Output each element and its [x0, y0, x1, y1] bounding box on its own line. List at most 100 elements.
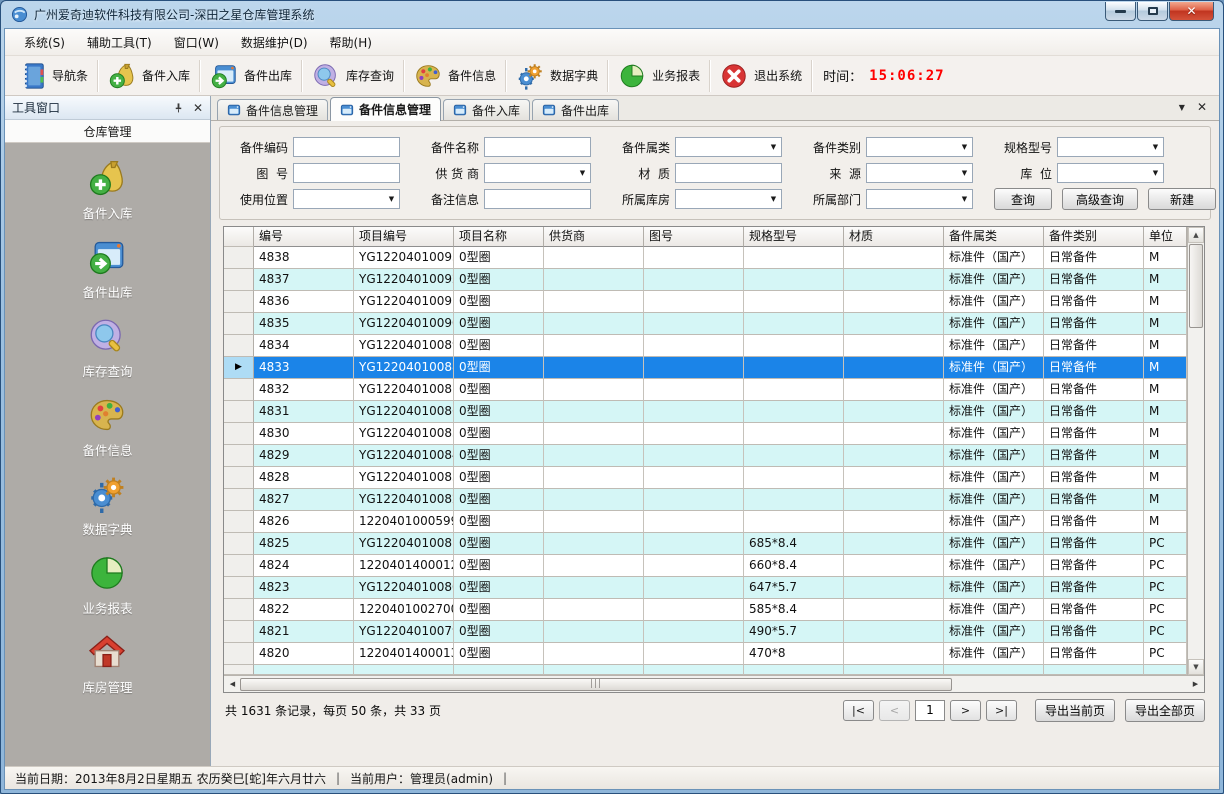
- table-row[interactable]: 4828YG122040100830型圈标准件（国产）日常备件M: [224, 467, 1187, 489]
- sidebar-item-data-dictionary[interactable]: 数据字典: [9, 469, 206, 541]
- table-row[interactable]: 4837YG122040100920型圈标准件（国产）日常备件M: [224, 269, 1187, 291]
- table-row[interactable]: 482212204010027000型圈585*8.4标准件（国产）日常备件PC: [224, 599, 1187, 621]
- table-row[interactable]: 4830YG122040100850型圈标准件（国产）日常备件M: [224, 423, 1187, 445]
- table-cell: [844, 335, 944, 357]
- last-page-button[interactable]: >|: [986, 700, 1017, 721]
- sidebar-item-parts-outbound[interactable]: 备件出库: [9, 232, 206, 304]
- page-number-input[interactable]: [915, 700, 945, 721]
- first-page-button[interactable]: |<: [843, 700, 874, 721]
- column-header-图号[interactable]: 图号: [644, 227, 744, 247]
- table-cell: [644, 423, 744, 445]
- export-current-page-button[interactable]: 导出当前页: [1035, 699, 1115, 722]
- parts-genus-combo[interactable]: ▼: [675, 137, 782, 157]
- nav-bar-button[interactable]: 导航条: [10, 59, 95, 93]
- parts-info-button[interactable]: 备件信息: [406, 59, 503, 93]
- export-all-pages-button[interactable]: 导出全部页: [1125, 699, 1205, 722]
- tab-备件信息管理-1[interactable]: 备件信息管理: [330, 97, 441, 121]
- sidebar-item-parts-info[interactable]: 备件信息: [9, 390, 206, 462]
- advanced-query-button[interactable]: 高级查询: [1062, 188, 1138, 210]
- grid-body: 编号项目编号项目名称供货商图号规格型号材质备件属类备件类别单位4838YG122…: [224, 227, 1187, 675]
- menu-aux-tools[interactable]: 辅助工具(T): [76, 29, 163, 56]
- scroll-left-icon[interactable]: ◀: [225, 680, 240, 688]
- source-combo[interactable]: ▼: [866, 163, 973, 183]
- business-report-button[interactable]: 业务报表: [610, 59, 707, 93]
- table-row[interactable]: 4821YG122040100790型圈490*5.7标准件（国产）日常备件PC: [224, 621, 1187, 643]
- column-header-项目名称[interactable]: 项目名称: [454, 227, 544, 247]
- table-row[interactable]: 4825YG122040100810型圈685*8.4标准件（国产）日常备件PC: [224, 533, 1187, 555]
- column-header-备件属类[interactable]: 备件属类: [944, 227, 1044, 247]
- remark-field[interactable]: [484, 189, 591, 209]
- column-header-编号[interactable]: 编号: [254, 227, 354, 247]
- tab-close-icon[interactable]: ✕: [1197, 100, 1207, 114]
- table-cell: 0型圈: [454, 577, 544, 599]
- row-selector: [224, 269, 254, 291]
- menu-data-maintenance[interactable]: 数据维护(D): [230, 29, 319, 56]
- table-row[interactable]: 4827YG122040100820型圈标准件（国产）日常备件M: [224, 489, 1187, 511]
- table-row[interactable]: ▶4833YG122040100880型圈标准件（国产）日常备件M: [224, 357, 1187, 379]
- column-header-规格型号[interactable]: 规格型号: [744, 227, 844, 247]
- warehouse-combo[interactable]: ▼: [675, 189, 782, 209]
- next-page-button[interactable]: >: [950, 700, 981, 721]
- tab-备件入库-2[interactable]: 备件入库: [443, 99, 530, 120]
- scroll-down-icon[interactable]: ▼: [1188, 659, 1204, 675]
- column-header-材质[interactable]: 材质: [844, 227, 944, 247]
- sidebar-item-stock-query[interactable]: 库存查询: [9, 311, 206, 383]
- table-row[interactable]: 4838YG122040100930型圈标准件（国产）日常备件M: [224, 247, 1187, 269]
- sidebar-close-icon[interactable]: ✕: [193, 102, 203, 114]
- column-header-供货商[interactable]: 供货商: [544, 227, 644, 247]
- drawing-no-field[interactable]: [293, 163, 400, 183]
- table-row[interactable]: 4829YG122040100840型圈标准件（国产）日常备件M: [224, 445, 1187, 467]
- department-combo[interactable]: ▼: [866, 189, 973, 209]
- sidebar-item-parts-inbound[interactable]: 备件入库: [9, 153, 206, 225]
- material-field[interactable]: [675, 163, 782, 183]
- scroll-up-icon[interactable]: ▲: [1188, 227, 1204, 243]
- parts-inbound-button[interactable]: 备件入库: [100, 59, 197, 93]
- stock-query-button[interactable]: 库存查询: [304, 59, 401, 93]
- supplier-combo[interactable]: ▼: [484, 163, 591, 183]
- table-row[interactable]: 482012204014000130型圈470*8标准件（国产）日常备件PC: [224, 643, 1187, 665]
- menu-window[interactable]: 窗口(W): [163, 29, 230, 56]
- table-row[interactable]: 482612204010005990型圈标准件（国产）日常备件M: [224, 511, 1187, 533]
- column-header-备件类别[interactable]: 备件类别: [1044, 227, 1144, 247]
- table-row[interactable]: 4831YG122040100860型圈标准件（国产）日常备件M: [224, 401, 1187, 423]
- table-cell: 日常备件: [1044, 269, 1144, 291]
- location-combo[interactable]: ▼: [1057, 163, 1164, 183]
- prev-page-button[interactable]: <: [879, 700, 910, 721]
- parts-category-combo[interactable]: ▼: [866, 137, 973, 157]
- table-cell: 日常备件: [1044, 599, 1144, 621]
- query-button[interactable]: 查询: [994, 188, 1052, 210]
- new-button[interactable]: 新建: [1148, 188, 1216, 210]
- minimize-button[interactable]: [1105, 2, 1136, 21]
- table-row[interactable]: 482412204014000120型圈660*8.4标准件（国产）日常备件PC: [224, 555, 1187, 577]
- vertical-scroll-thumb[interactable]: [1189, 244, 1203, 328]
- parts-outbound-button[interactable]: 备件出库: [202, 59, 299, 93]
- sidebar-item-business-report[interactable]: 业务报表: [9, 548, 206, 620]
- horizontal-scroll-thumb[interactable]: |||: [240, 678, 952, 691]
- table-row[interactable]: 4834YG122040100890型圈标准件（国产）日常备件M: [224, 335, 1187, 357]
- menu-system[interactable]: 系统(S): [13, 29, 76, 56]
- spec-model-combo[interactable]: ▼: [1057, 137, 1164, 157]
- use-position-combo[interactable]: ▼: [293, 189, 400, 209]
- data-dictionary-button[interactable]: 数据字典: [508, 59, 605, 93]
- table-cell: [744, 489, 844, 511]
- table-row[interactable]: 4836YG122040100910型圈标准件（国产）日常备件M: [224, 291, 1187, 313]
- pin-icon[interactable]: [173, 102, 184, 114]
- close-button[interactable]: ✕: [1169, 2, 1214, 21]
- parts-code-field[interactable]: [293, 137, 400, 157]
- tab-备件出库-3[interactable]: 备件出库: [532, 99, 619, 120]
- maximize-button[interactable]: [1137, 2, 1168, 21]
- scroll-right-icon[interactable]: ▶: [1188, 680, 1203, 688]
- table-row[interactable]: 4832YG122040100870型圈标准件（国产）日常备件M: [224, 379, 1187, 401]
- menu-help[interactable]: 帮助(H): [319, 29, 383, 56]
- table-row[interactable]: 4823YG122040100800型圈647*5.7标准件（国产）日常备件PC: [224, 577, 1187, 599]
- sidebar-item-warehouse-mgmt[interactable]: 库房管理: [9, 627, 206, 699]
- tab-list-dropdown-icon[interactable]: ▼: [1179, 103, 1185, 112]
- table-row[interactable]: 4835YG122040100900型圈标准件（国产）日常备件M: [224, 313, 1187, 335]
- app-window: 广州爱奇迪软件科技有限公司-深田之星仓库管理系统 ✕ 系统(S)辅助工具(T)窗…: [0, 0, 1224, 794]
- column-header-项目编号[interactable]: 项目编号: [354, 227, 454, 247]
- exit-system-button-label: 退出系统: [754, 67, 802, 84]
- exit-system-button[interactable]: 退出系统: [712, 59, 809, 93]
- tab-备件信息管理-0[interactable]: 备件信息管理: [217, 99, 328, 120]
- column-header-单位[interactable]: 单位: [1144, 227, 1187, 247]
- parts-name-field[interactable]: [484, 137, 591, 157]
